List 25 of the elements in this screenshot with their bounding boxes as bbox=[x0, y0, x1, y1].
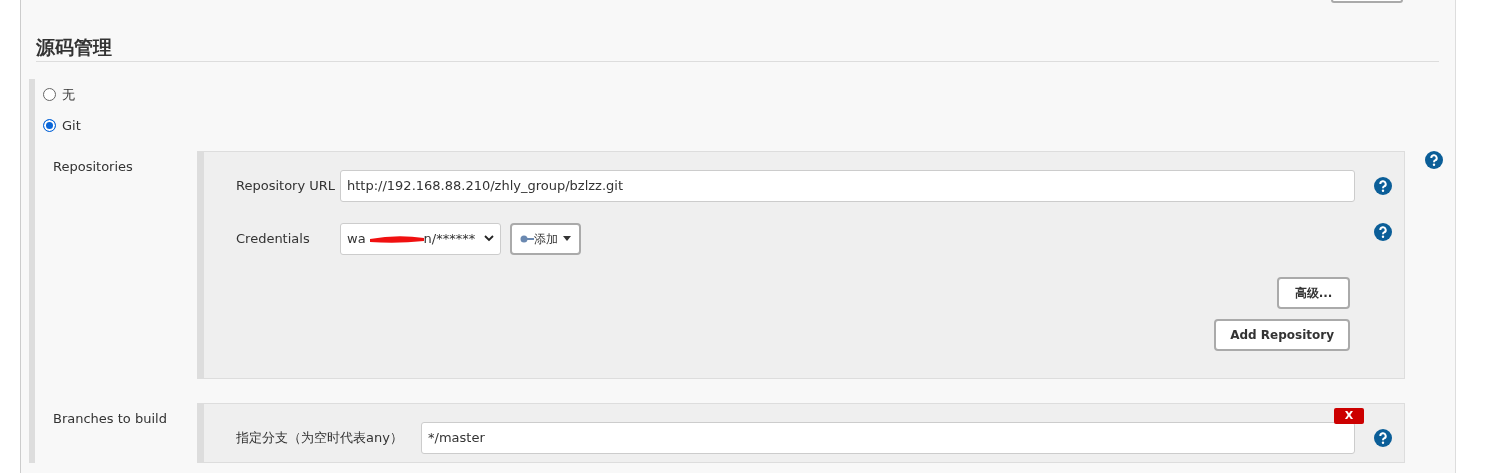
radio-button[interactable] bbox=[43, 87, 56, 101]
radio-label: 无 bbox=[62, 85, 75, 104]
field-label: Repository URL bbox=[236, 177, 337, 196]
field-label: Branches to build bbox=[52, 409, 168, 428]
add-repository-button[interactable]: Add Repository bbox=[1214, 318, 1350, 351]
input-field[interactable]: */master bbox=[421, 421, 1355, 454]
credentials-select[interactable]: wa n/****** bbox=[340, 222, 501, 255]
field-label: 指定分支（为空时代表any） bbox=[236, 429, 404, 448]
help-icon[interactable] bbox=[1374, 428, 1392, 447]
field-label: Credentials bbox=[236, 229, 311, 248]
help-icon[interactable] bbox=[1374, 176, 1392, 195]
add-button[interactable]: 添加 bbox=[510, 222, 581, 255]
key-icon bbox=[520, 234, 534, 243]
input-field[interactable]: http://192.168.88.210/zhly_group/bzlzz.git bbox=[340, 169, 1355, 202]
radio-label: Git bbox=[62, 116, 81, 135]
section-title: 源码管理 bbox=[36, 0, 1439, 62]
help-icon[interactable] bbox=[1374, 222, 1392, 241]
advanced-button[interactable]: 高级... bbox=[1277, 276, 1350, 309]
redaction-mark bbox=[369, 233, 425, 244]
help-icon[interactable] bbox=[1425, 150, 1443, 169]
radio-button[interactable] bbox=[43, 118, 56, 132]
chevron-icon bbox=[484, 235, 494, 243]
field-label: Repositories bbox=[52, 157, 134, 176]
delete-button[interactable]: X bbox=[1334, 407, 1364, 424]
caret-icon bbox=[563, 236, 571, 242]
